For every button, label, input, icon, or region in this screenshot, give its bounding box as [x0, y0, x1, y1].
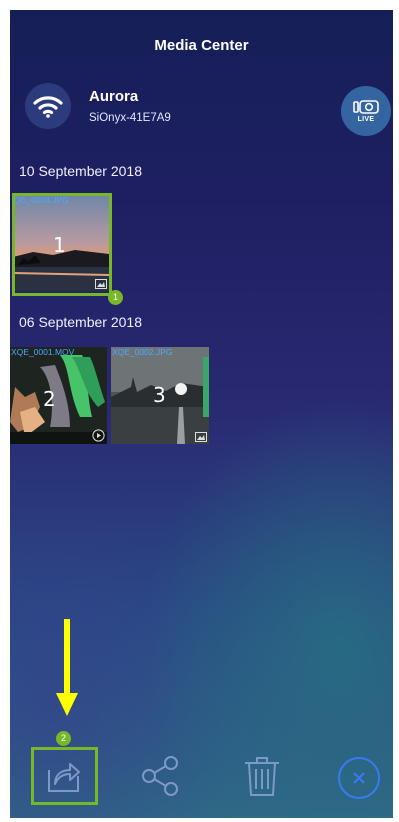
media-thumbnail[interactable]: XQE_0001.MOV 2 — [10, 347, 107, 444]
share-icon — [142, 756, 178, 796]
export-button[interactable] — [34, 751, 94, 801]
delete-button[interactable] — [234, 751, 290, 801]
selection-frame — [12, 193, 112, 296]
export-icon — [48, 763, 80, 792]
media-center-screen: Media Center Aurora SiOnyx-41E7A9 LIVE 1… — [10, 10, 393, 818]
camera-icon — [353, 99, 379, 114]
export-count-badge: 2 — [56, 731, 71, 746]
wifi-icon — [33, 96, 63, 118]
annotation-arrow-icon — [56, 619, 78, 716]
close-icon — [338, 757, 380, 799]
video-play-icon — [92, 429, 105, 442]
device-id: SiOnyx-41E7A9 — [89, 112, 171, 124]
item-number: 3 — [153, 383, 166, 407]
wifi-button[interactable] — [25, 83, 71, 129]
item-number: 2 — [43, 387, 56, 411]
group-date: 10 September 2018 — [19, 163, 142, 179]
live-button[interactable]: LIVE — [341, 86, 391, 136]
filename-label: XQE_0001.MOV — [11, 347, 75, 357]
photo-icon — [195, 432, 207, 442]
share-button[interactable] — [133, 751, 189, 801]
live-label: LIVE — [357, 115, 375, 123]
close-button[interactable] — [336, 755, 382, 801]
group-date: 06 September 2018 — [19, 314, 142, 330]
device-name: Aurora — [89, 88, 139, 105]
selection-badge: 1 — [108, 290, 123, 305]
trash-icon — [245, 757, 279, 796]
media-thumbnail[interactable]: XQE_0002.JPG 3 — [111, 347, 209, 444]
filename-label: XQE_0002.JPG — [112, 347, 173, 357]
page-title: Media Center — [154, 37, 249, 54]
